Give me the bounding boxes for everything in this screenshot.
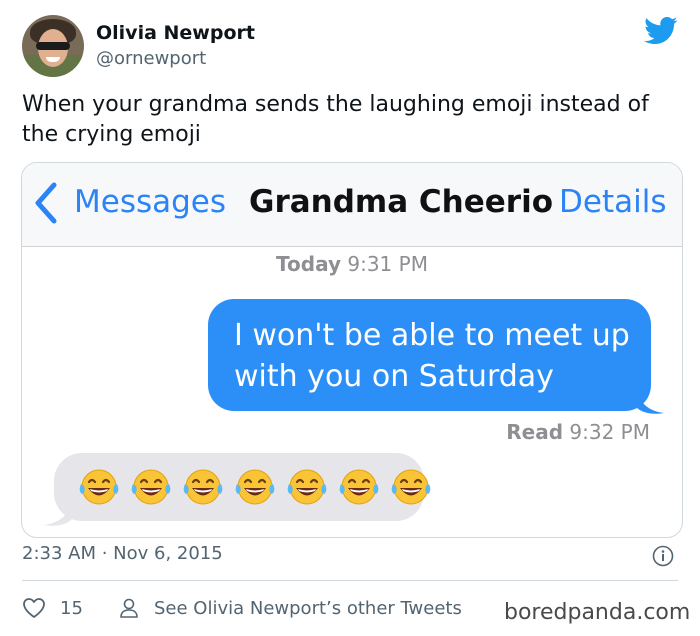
timestamp-day: Today: [276, 252, 341, 276]
footer-divider: [22, 580, 678, 581]
laughing-emoji: [235, 469, 275, 505]
other-tweets-link[interactable]: See Olivia Newport’s other Tweets: [154, 598, 462, 619]
read-time: 9:32 PM: [569, 420, 650, 444]
person-icon[interactable]: [118, 597, 140, 619]
sent-message-bubble: I won't be able to meet up with you on S…: [208, 299, 651, 411]
laughing-emoji: [183, 469, 223, 505]
read-label: Read: [506, 420, 564, 444]
read-receipt: Read 9:32 PM: [506, 420, 650, 444]
laughing-emoji: [339, 469, 379, 505]
avatar[interactable]: [22, 15, 84, 77]
author-display-name[interactable]: Olivia Newport: [96, 22, 255, 44]
sent-message-text: I won't be able to meet up with you on S…: [234, 318, 630, 394]
like-count[interactable]: 15: [60, 598, 83, 619]
details-button[interactable]: Details: [559, 184, 666, 220]
timestamp-time: 9:31 PM: [347, 252, 428, 276]
contact-name: Grandma Cheerio: [249, 184, 554, 220]
imessage-nav-bar: Messages Grandma Cheerio Details: [22, 163, 682, 247]
laughing-emoji: [131, 469, 171, 505]
tweet-text: When your grandma sends the laughing emo…: [22, 92, 649, 147]
tweet-media-screenshot[interactable]: Messages Grandma Cheerio Details Today 9…: [21, 162, 683, 538]
heart-icon[interactable]: [22, 597, 46, 619]
watermark: boredpanda.com: [504, 600, 691, 625]
twitter-bird-icon[interactable]: [644, 16, 678, 46]
tweet-date[interactable]: 2:33 AM · Nov 6, 2015: [22, 543, 223, 564]
chevron-left-icon[interactable]: [34, 181, 58, 225]
sent-bubble-tail: [636, 389, 664, 414]
info-icon[interactable]: [652, 545, 674, 567]
emoji-row: [78, 467, 432, 507]
author-handle[interactable]: @ornewport: [96, 48, 206, 69]
message-timestamp: Today 9:31 PM: [22, 252, 682, 276]
laughing-emoji: [79, 469, 119, 505]
laughing-emoji: [287, 469, 327, 505]
received-message-bubble: [54, 453, 431, 521]
laughing-emoji: [391, 469, 431, 505]
back-button[interactable]: Messages: [74, 184, 226, 220]
